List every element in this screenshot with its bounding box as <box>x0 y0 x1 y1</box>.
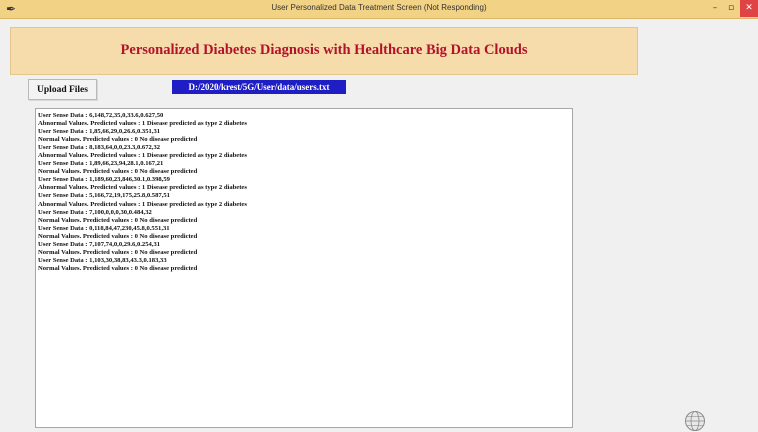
output-line: Abnormal Values. Predicted values : 1 Di… <box>38 120 247 128</box>
window-titlebar[interactable]: ✒ User Personalized Data Treatment Scree… <box>0 0 758 19</box>
output-line: Normal Values. Predicted values : 0 No d… <box>38 264 198 272</box>
file-path-label: D:/2020/krest/5G/User/data/users.txt <box>172 80 346 94</box>
output-line: Normal Values. Predicted values : 0 No d… <box>38 216 198 224</box>
output-line: Normal Values. Predicted values : 0 No d… <box>38 232 198 240</box>
output-line: Normal Values. Predicted values : 0 No d… <box>38 168 198 176</box>
output-line: User Sense Data : 8,183,64,0,0,23.3,0.67… <box>38 144 161 152</box>
upload-files-button[interactable]: Upload Files <box>28 79 97 100</box>
output-line: Abnormal Values. Predicted values : 1 Di… <box>38 152 247 160</box>
output-line: User Sense Data : 1,103,30,38,83,43.3,0.… <box>38 256 167 264</box>
close-button[interactable]: ✕ <box>740 0 758 17</box>
window-title: User Personalized Data Treatment Screen … <box>271 3 487 12</box>
output-line: User Sense Data : 7,100,0,0,0,30,0.484,3… <box>38 208 152 216</box>
output-line: User Sense Data : 1,85,66,29,0,26.6,0.35… <box>38 128 161 136</box>
minimize-button[interactable]: – <box>708 0 722 17</box>
page-title: Personalized Diabetes Diagnosis with Hea… <box>120 42 528 58</box>
output-line: User Sense Data : 5,166,72,19,175,25.8,0… <box>38 192 170 200</box>
output-line: User Sense Data : 7,107,74,0,0,29.6,0.25… <box>38 240 161 248</box>
results-text-area[interactable]: User Sense Data : 6,148,72,35,0,33.6,0.6… <box>35 108 573 428</box>
output-line: Normal Values. Predicted values : 0 No d… <box>38 136 198 144</box>
output-line: Abnormal Values. Predicted values : 1 Di… <box>38 200 247 208</box>
output-line: Abnormal Values. Predicted values : 1 Di… <box>38 184 247 192</box>
output-line: User Sense Data : 6,148,72,35,0,33.6,0.6… <box>38 112 164 119</box>
output-line: User Sense Data : 1,89,66,23,94,28.1,0.1… <box>38 160 164 168</box>
header-banner: Personalized Diabetes Diagnosis with Hea… <box>10 27 638 75</box>
globe-icon <box>685 411 705 431</box>
output-line: Normal Values. Predicted values : 0 No d… <box>38 248 198 256</box>
output-line: User Sense Data : 0,118,84,47,230,45.8,0… <box>38 224 170 232</box>
output-line: User Sense Data : 1,189,60,23,846,30.1,0… <box>38 176 170 184</box>
maximize-button[interactable]: ▫ <box>724 0 738 17</box>
